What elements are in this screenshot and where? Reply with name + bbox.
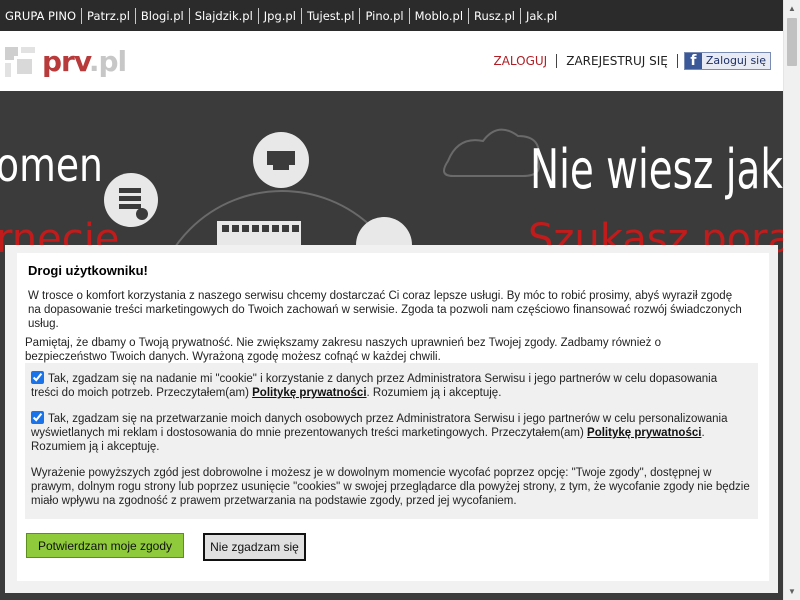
account-nav: ZALOGUJ ZAREJESTRUJ SIĘ f Zaloguj się: [493, 52, 771, 70]
dialog-intro: W trosce o komfort korzystania z naszego…: [28, 290, 742, 330]
login-link[interactable]: ZALOGUJ: [493, 54, 558, 68]
scrollbar-thumb[interactable]: [787, 18, 797, 66]
network-link-rusz[interactable]: Rusz.pl: [468, 7, 520, 24]
network-link-pino[interactable]: Pino.pl: [359, 7, 408, 24]
consent-dialog: Drogi użytkowniku! W trosce o komfort ko…: [5, 245, 778, 593]
consent-dialog-body: Drogi użytkowniku! W trosce o komfort ko…: [17, 253, 769, 581]
network-link-slajdzik[interactable]: Slajdzik.pl: [188, 7, 258, 24]
reject-consents-button[interactable]: Nie zgadzam się: [203, 533, 306, 561]
ethernet-icon: [253, 132, 309, 188]
consent-options: Tak, zgadzam się na nadanie mi "cookie" …: [25, 363, 758, 519]
consent-cookies: Tak, zgadzam się na nadanie mi "cookie" …: [31, 371, 746, 400]
dialog-privacy-note: Pamiętaj, że dbamy o Twoją prywatność. N…: [25, 337, 661, 363]
facebook-icon: f: [684, 53, 702, 69]
network-link-grupa-pino[interactable]: GRUPA PINO: [0, 8, 81, 24]
network-link-tujest[interactable]: Tujest.pl: [300, 7, 360, 24]
facebook-login-button[interactable]: f Zaloguj się: [683, 52, 771, 70]
consent-personal-data: Tak, zgadzam się na przetwarzanie moich …: [31, 411, 746, 454]
hero-left-headline: omen: [0, 138, 103, 192]
consent-personal-data-checkbox[interactable]: [31, 411, 44, 424]
network-link-patrz[interactable]: Patrz.pl: [81, 7, 135, 24]
dialog-title: Drogi użytkowniku!: [28, 263, 148, 278]
scroll-down-icon[interactable]: ▼: [784, 583, 800, 600]
network-link-jpg[interactable]: Jpg.pl: [257, 7, 301, 24]
site-logo[interactable]: prv.pl: [5, 45, 127, 78]
privacy-policy-link-2[interactable]: Politykę prywatności: [587, 427, 701, 439]
network-bar: GRUPA PINO Patrz.pl Blogi.pl Slajdzik.pl…: [0, 0, 783, 31]
privacy-policy-link-1[interactable]: Politykę prywatności: [252, 387, 366, 399]
consent-cookies-checkbox[interactable]: [31, 371, 44, 384]
accept-consents-button[interactable]: Potwierdzam moje zgody: [26, 533, 184, 558]
scroll-up-icon[interactable]: ▲: [784, 0, 800, 17]
network-link-jak[interactable]: Jak.pl: [519, 7, 562, 24]
logo-mark-icon: [5, 46, 35, 77]
facebook-login-label: Zaloguj się: [701, 53, 770, 69]
page-scrollbar[interactable]: ▲ ▼: [783, 0, 800, 600]
hero-right-headline: Nie wiesz jak: [530, 138, 783, 201]
switch-icon: [217, 221, 301, 247]
register-link[interactable]: ZAREJESTRUJ SIĘ: [557, 54, 678, 68]
consent-cookies-text-end: . Rozumiem ją i akceptuję.: [366, 387, 502, 399]
network-link-blogi[interactable]: Blogi.pl: [134, 7, 189, 24]
consent-footnote: Wyrażenie powyższych zgód jest dobrowoln…: [31, 467, 750, 507]
network-link-moblo[interactable]: Moblo.pl: [408, 7, 468, 24]
logo-text: prv.pl: [42, 45, 127, 78]
site-header: prv.pl ZALOGUJ ZAREJESTRUJ SIĘ f Zaloguj…: [0, 31, 783, 91]
